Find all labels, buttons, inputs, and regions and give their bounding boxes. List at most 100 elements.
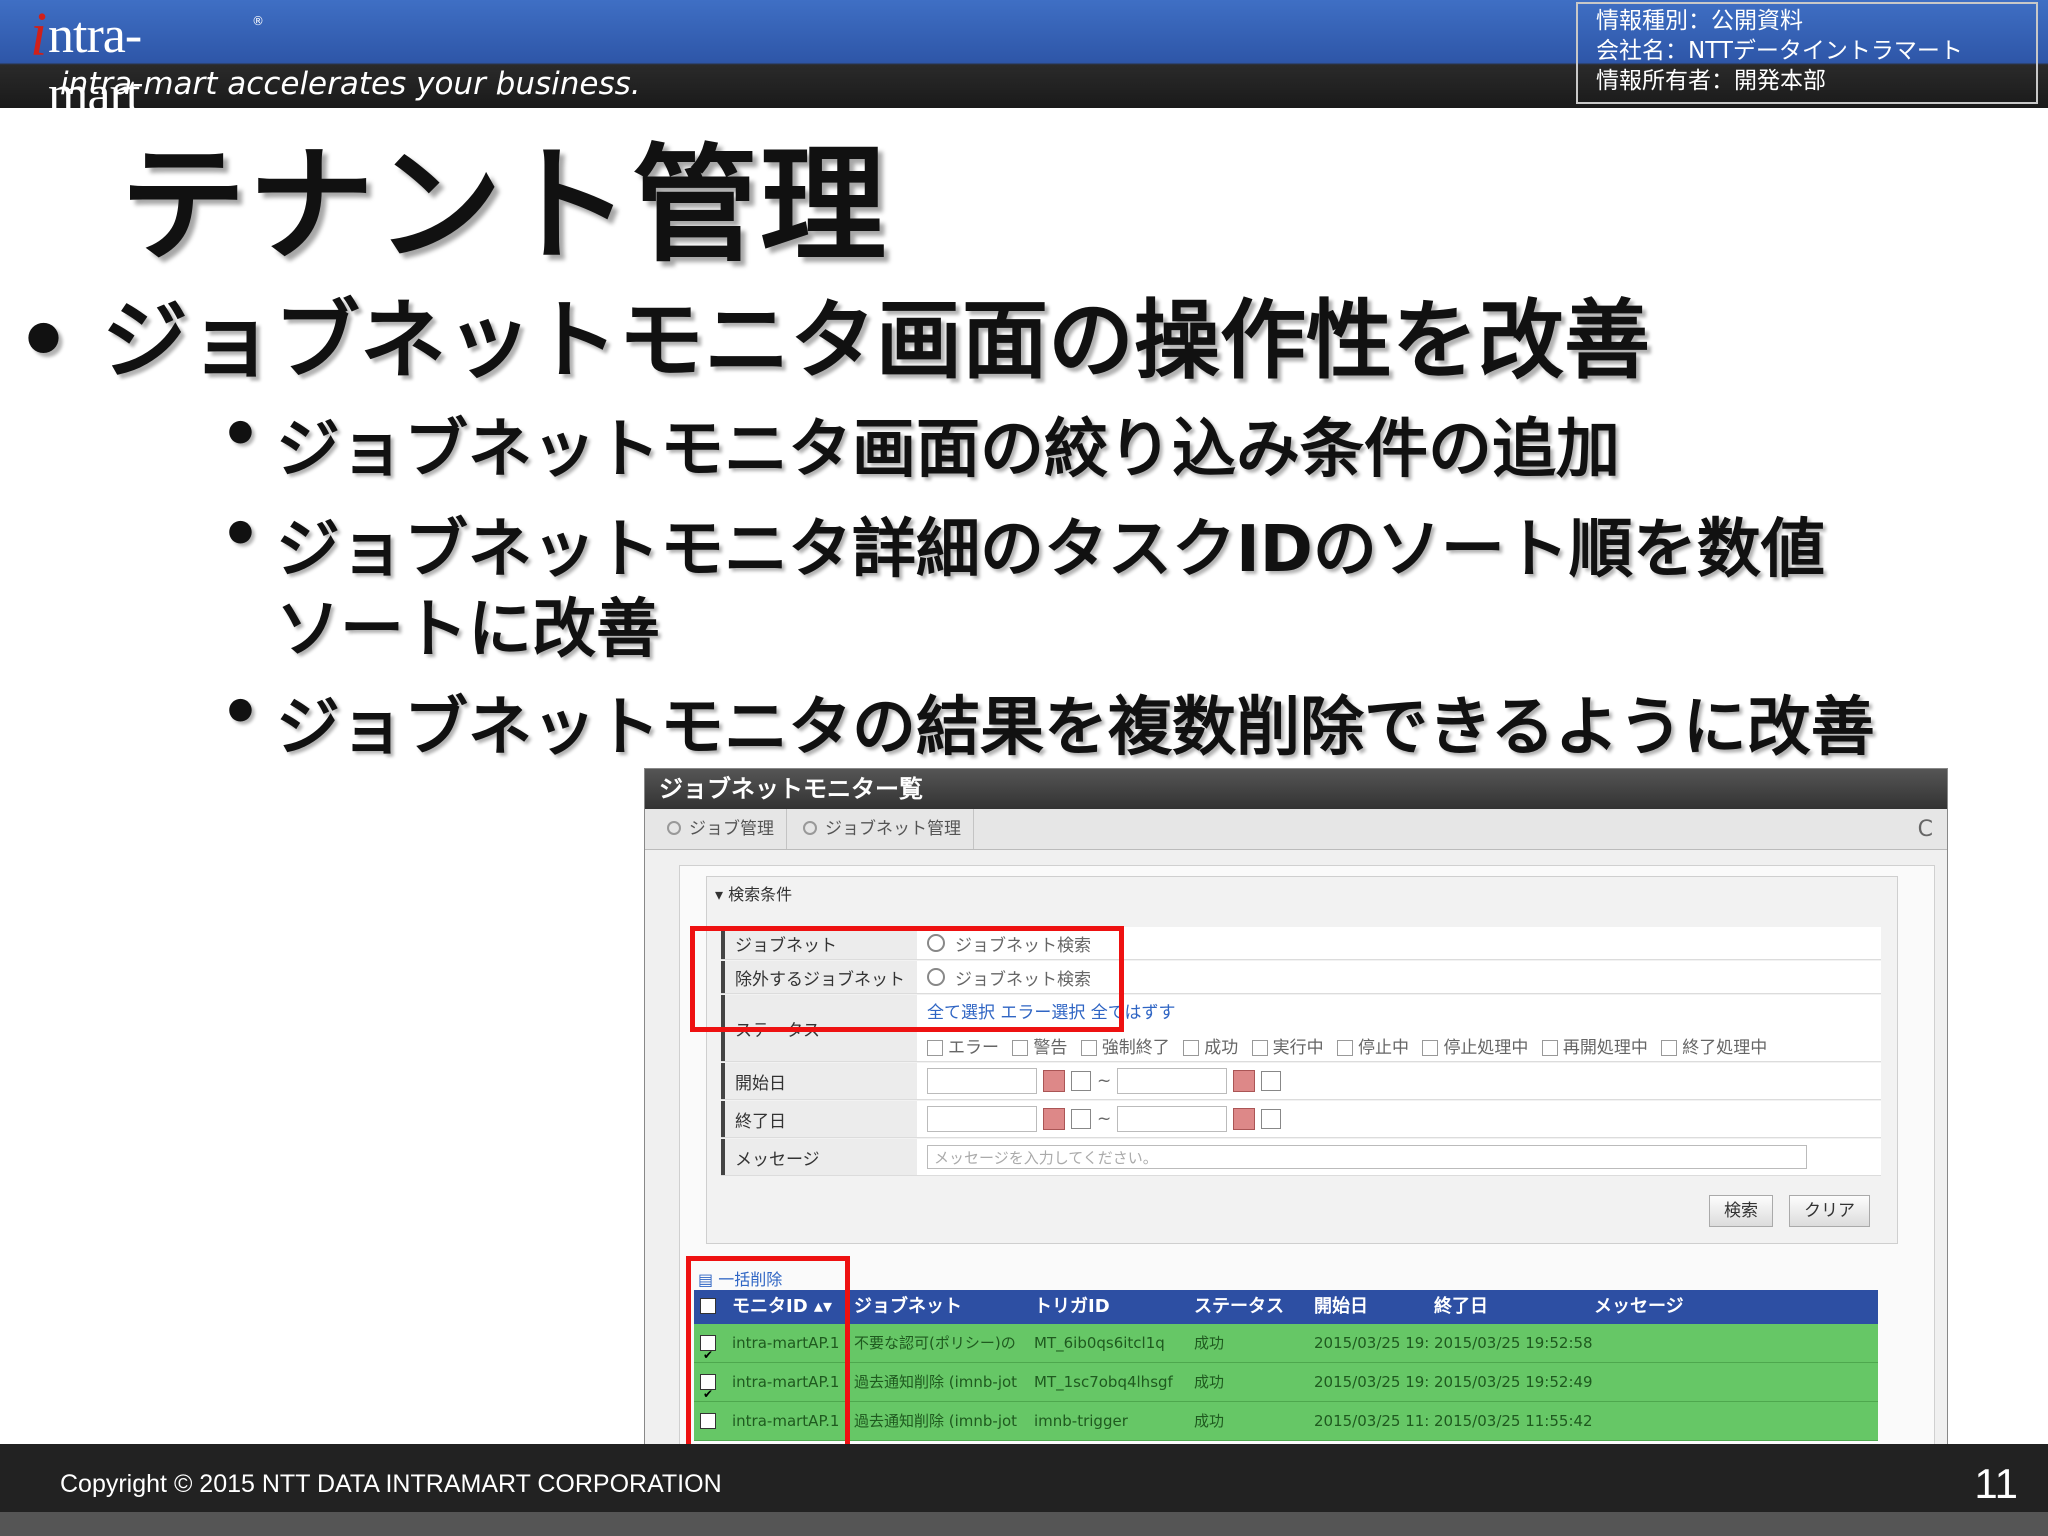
calendar-icon[interactable]	[1233, 1070, 1256, 1092]
start-date-row: 開始日 ~	[721, 1063, 1881, 1100]
document-info-box: 情報種別：公開資料 会社名：NTTデータイントラマート 情報所有者：開発本部	[1576, 2, 2038, 104]
status-option: 警告	[1033, 1038, 1068, 1058]
range-separator: ~	[1097, 1071, 1112, 1091]
status-option: 実行中	[1272, 1038, 1324, 1058]
end-date-range: ~	[927, 1101, 1287, 1137]
info-line: 会社名：NTTデータイントラマート	[1596, 38, 1963, 64]
info-line: 情報所有者：開発本部	[1596, 68, 1826, 94]
table-row[interactable]: intra-martAP.1 過去通知削除 (imnb-jot imnb-tri…	[694, 1402, 1878, 1441]
status-option: 再開処理中	[1562, 1038, 1648, 1058]
tab-jobnet-management[interactable]: ジョブネット管理	[793, 809, 974, 849]
end-date-cell: 2015/03/25 19:52:49	[1434, 1373, 1593, 1391]
trigger-id-cell: MT_1sc7obq4lhsgf	[1034, 1373, 1173, 1391]
status-checkbox[interactable]	[1541, 1040, 1558, 1056]
column-header[interactable]: 開始日	[1314, 1290, 1368, 1324]
main-bullet: • ジョブネットモニタ画面の操作性を改善	[16, 270, 1650, 395]
status-option: 成功	[1204, 1038, 1239, 1058]
status-option: エラー	[948, 1038, 999, 1058]
sub-bullet-text: ソートに改善	[276, 593, 660, 667]
highlight-filter-fields	[690, 926, 1124, 1032]
info-line: 情報種別：公開資料	[1596, 8, 1803, 34]
status-checkbox[interactable]	[1251, 1040, 1268, 1056]
bullet-dot: •	[16, 291, 71, 391]
clear-date-icon[interactable]	[1071, 1071, 1091, 1091]
status-option: 終了処理中	[1682, 1038, 1768, 1058]
calendar-icon[interactable]	[1043, 1070, 1065, 1092]
column-header[interactable]: メッセージ	[1594, 1290, 1684, 1324]
column-header[interactable]: ステータス	[1194, 1290, 1284, 1324]
column-header[interactable]: 終了日	[1434, 1290, 1488, 1324]
bullet-dot: •	[220, 498, 261, 572]
tagline: intra-mart accelerates your business.	[60, 66, 641, 102]
bullet-dot: •	[220, 676, 261, 750]
sub-bullet-text: ジョブネットモニタ詳細のタスクIDのソート順を数値	[276, 513, 1825, 587]
sub-bullet-text: ジョブネットモニタ画面の絞り込み条件の追加	[276, 413, 1620, 487]
end-date-cell: 2015/03/25 11:55:42	[1434, 1412, 1593, 1430]
jobnet-cell: 過去通知削除 (imnb-jot	[854, 1373, 1018, 1391]
start-date-to-input[interactable]	[1117, 1068, 1228, 1094]
start-date-from-input[interactable]	[927, 1068, 1037, 1094]
jobnet-cell: 過去通知削除 (imnb-jot	[854, 1412, 1018, 1430]
copyright-text: Copyright © 2015 NTT DATA INTRAMART CORP…	[60, 1470, 722, 1498]
end-date-to-input[interactable]	[1117, 1106, 1228, 1132]
column-header[interactable]: ジョブネット	[854, 1290, 962, 1324]
status-option: 停止中	[1358, 1038, 1410, 1058]
registered-mark: ®	[252, 14, 264, 28]
status-checkbox-list: エラー 警告 強制終了 成功 実行中 停止中 停止処理中 再開処理中 終了処理中	[919, 1033, 1767, 1058]
clear-date-icon[interactable]	[1261, 1071, 1282, 1091]
page-number: 11	[1974, 1460, 2018, 1507]
status-checkbox[interactable]	[927, 1040, 943, 1056]
start-date-cell: 2015/03/25 19:	[1314, 1373, 1430, 1391]
status-checkbox[interactable]	[1661, 1040, 1678, 1056]
end-date-from-input[interactable]	[927, 1106, 1037, 1132]
status-cell: 成功	[1194, 1334, 1225, 1352]
tab-job-management[interactable]: ジョブ管理	[657, 809, 787, 849]
calendar-icon[interactable]	[1233, 1108, 1256, 1130]
status-checkbox[interactable]	[1183, 1040, 1200, 1056]
clear-date-icon[interactable]	[1261, 1109, 1282, 1129]
slide-title: テナント管理	[120, 132, 888, 279]
search-button[interactable]: 検索	[1709, 1195, 1773, 1227]
window-title: ジョブネットモニター覧	[645, 769, 1947, 809]
bullet-dot: •	[220, 398, 261, 472]
message-label: メッセージ	[721, 1139, 917, 1175]
status-checkbox[interactable]	[1422, 1040, 1439, 1056]
message-row: メッセージ メッセージを入力してください。	[721, 1139, 1881, 1176]
start-date-range: ~	[927, 1063, 1287, 1099]
gear-icon	[803, 821, 817, 835]
table-header: モニタID ▴▾ ジョブネット トリガID ステータス 開始日 終了日 メッセー…	[694, 1290, 1878, 1324]
clear-button[interactable]: クリア	[1789, 1195, 1870, 1227]
tab-label: ジョブネット管理	[825, 819, 961, 839]
status-checkbox[interactable]	[1337, 1040, 1354, 1056]
gear-icon	[667, 821, 681, 835]
table-row[interactable]: ✔ intra-martAP.1 過去通知削除 (imnb-jot MT_1sc…	[694, 1363, 1878, 1402]
status-cell: 成功	[1194, 1412, 1225, 1430]
status-cell: 成功	[1194, 1373, 1225, 1391]
trigger-id-cell: MT_6ib0qs6itcl1q	[1034, 1334, 1165, 1352]
status-option: 停止処理中	[1443, 1038, 1529, 1058]
trigger-id-cell: imnb-trigger	[1034, 1412, 1128, 1430]
footer-strip	[0, 1512, 2048, 1536]
main-bullet-text: ジョブネットモニタ画面の操作性を改善	[102, 291, 1650, 391]
status-checkbox[interactable]	[1080, 1040, 1097, 1056]
highlight-bulk-delete	[686, 1256, 850, 1460]
end-date-cell: 2015/03/25 19:52:58	[1434, 1334, 1593, 1352]
message-value: メッセージを入力してください。	[927, 1139, 1807, 1175]
start-date-label: 開始日	[721, 1063, 917, 1099]
clear-date-icon[interactable]	[1071, 1109, 1091, 1129]
status-checkbox[interactable]	[1012, 1040, 1029, 1056]
start-date-cell: 2015/03/25 19:	[1314, 1334, 1430, 1352]
end-date-label: 終了日	[721, 1101, 917, 1137]
message-input[interactable]: メッセージを入力してください。	[927, 1145, 1807, 1169]
column-header[interactable]: トリガID	[1034, 1290, 1110, 1324]
sub-bullet-text: ジョブネットモニタの結果を複数削除できるように改善	[276, 691, 1875, 765]
tab-bar: ジョブ管理 ジョブネット管理 C	[645, 809, 1947, 850]
table-row[interactable]: ✔ intra-martAP.1 不要な認可(ポリシー)の MT_6ib0qs6…	[694, 1324, 1878, 1363]
calendar-icon[interactable]	[1043, 1108, 1065, 1130]
status-option: 強制終了	[1101, 1038, 1170, 1058]
range-separator: ~	[1097, 1109, 1112, 1129]
header-bar: i ntra-mart ® intra-mart accelerates you…	[0, 0, 2048, 123]
refresh-icon[interactable]: C	[1918, 817, 1933, 842]
start-date-cell: 2015/03/25 11:	[1314, 1412, 1430, 1430]
search-conditions-toggle[interactable]: ▾ 検索条件	[715, 881, 792, 905]
